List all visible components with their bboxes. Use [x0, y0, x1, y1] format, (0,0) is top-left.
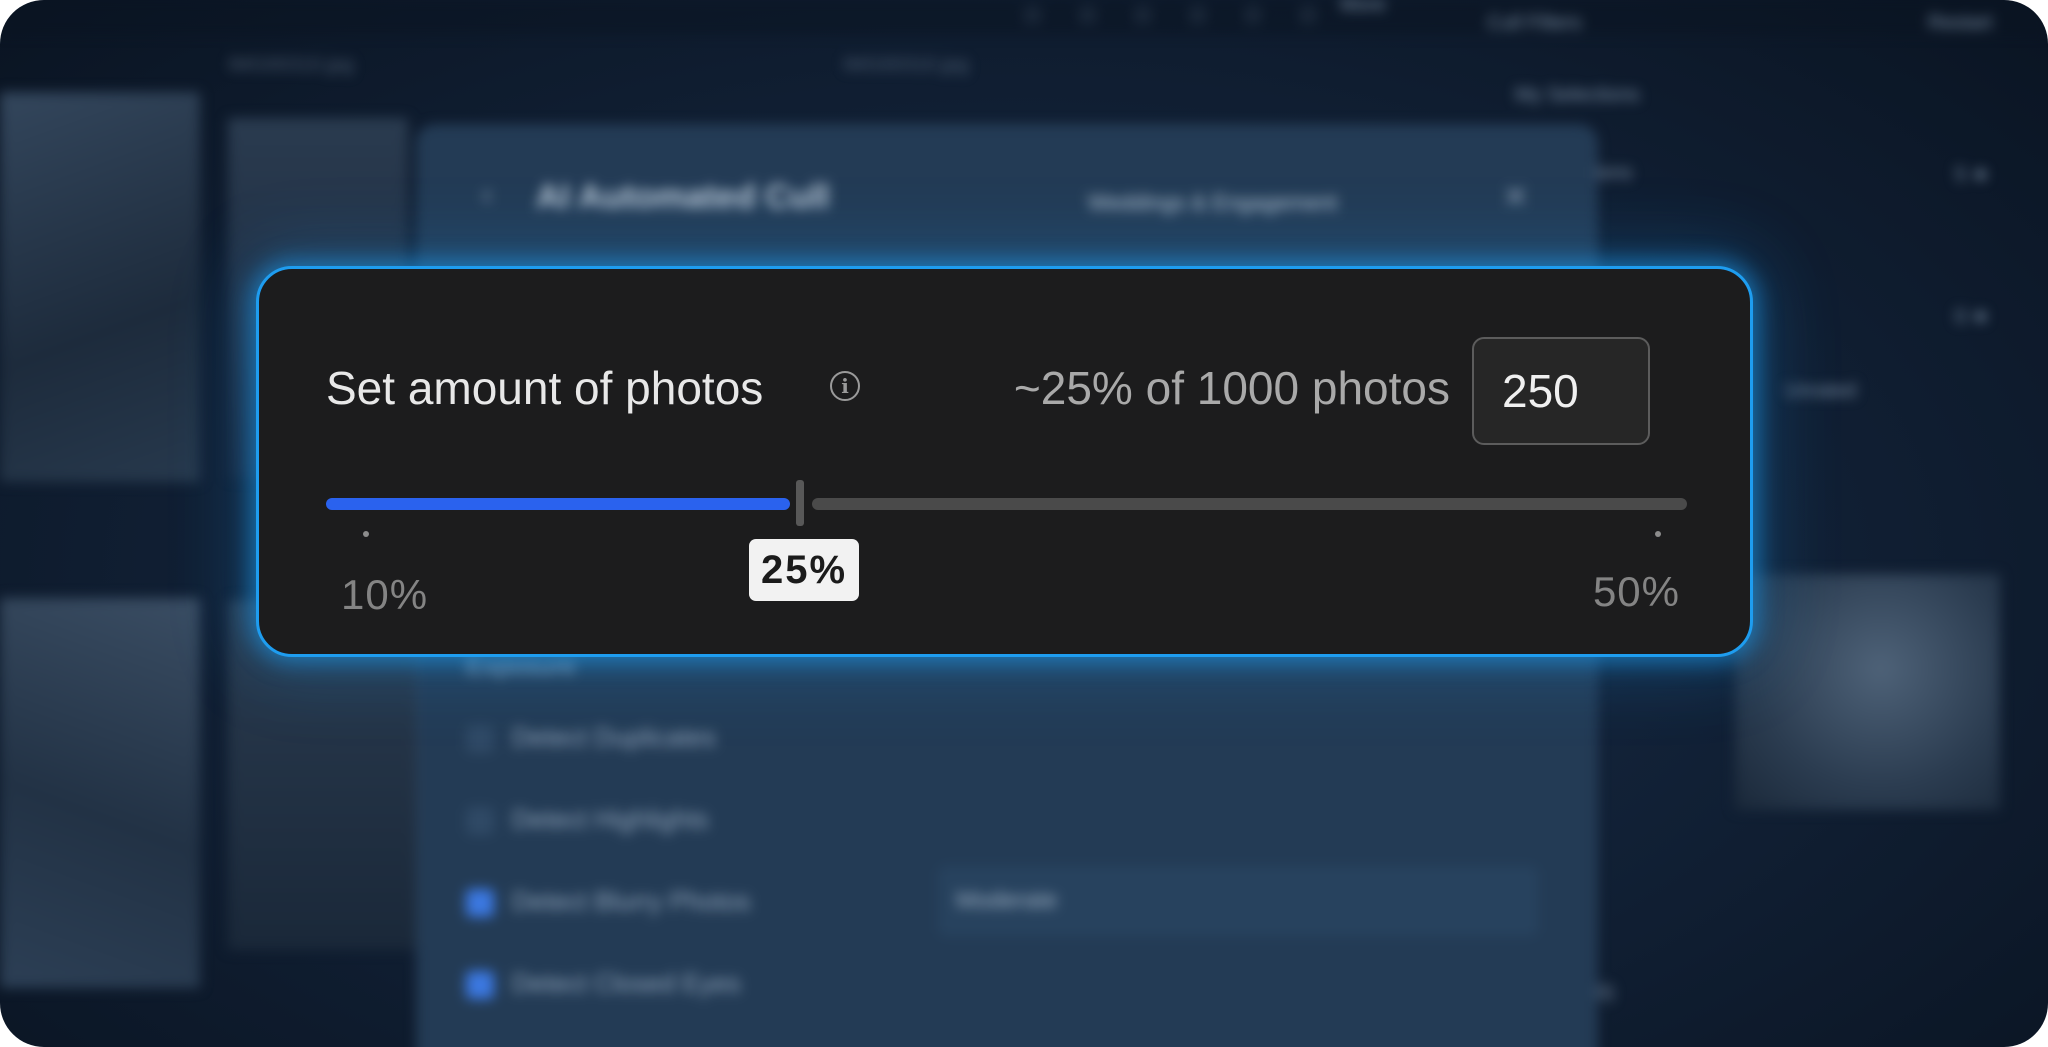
- slider-max-label: 50%: [1592, 568, 1680, 615]
- rating-count: 5 ★: [1955, 164, 1990, 186]
- option-label: Detect Highlights: [512, 804, 709, 834]
- rating-count: 0 ★: [1955, 306, 1990, 328]
- option-label: Detect Duplicates: [512, 722, 716, 752]
- rating-stars: ☆☆☆☆☆☆: [1020, 0, 1351, 30]
- more-label: More: [1340, 0, 1386, 16]
- slider-tick-min: [363, 531, 369, 537]
- filename-label: IMG00310.jpg: [843, 54, 969, 76]
- top-toolbar: ☆☆☆☆☆☆ More: [0, 0, 2048, 34]
- option-label: Detect Blurry Photos: [512, 886, 751, 916]
- info-icon[interactable]: i: [830, 371, 860, 401]
- option-row: Detect Highlights: [466, 804, 709, 836]
- checkbox: [466, 725, 494, 754]
- app-frame: ☆☆☆☆☆☆ More IMG00310.jpg IMG00310.jpg Cu…: [0, 0, 2048, 1047]
- modal-title: AI Automated Cull: [536, 178, 830, 216]
- unrated-label: Unrated: [1785, 380, 1857, 402]
- slider-tick-max: [1655, 531, 1661, 537]
- option-label: Detect Closed Eyes: [512, 968, 741, 998]
- cull-filters-label: Cull Filters: [1487, 12, 1582, 34]
- my-selections-label: My Selections: [1515, 84, 1640, 106]
- option-row: Detect Duplicates: [466, 722, 716, 754]
- preset-dropdown: Weddings & Engagement: [1088, 190, 1338, 215]
- photo-count-input[interactable]: 250: [1472, 337, 1650, 445]
- slider-track-filled[interactable]: [326, 498, 790, 510]
- blur-level-select: Moderate: [938, 866, 1538, 936]
- back-icon: ‹: [482, 178, 492, 211]
- restart-link: Restart: [1928, 12, 1993, 34]
- close-icon: ✕: [1503, 181, 1529, 214]
- checkbox: [466, 807, 494, 836]
- slider-thumb[interactable]: [796, 480, 804, 526]
- checkbox: [466, 889, 494, 918]
- photo-summary: ~25% of 1000 photos: [1013, 362, 1450, 414]
- amount-label: Set amount of photos: [326, 362, 764, 414]
- slider-min-label: 10%: [341, 571, 429, 618]
- thumbnail-photo: [0, 92, 200, 482]
- filename-label: IMG00310.jpg: [228, 54, 354, 76]
- photo-amount-card: Set amount of photos i ~25% of 1000 phot…: [256, 266, 1753, 657]
- option-row: Detect Blurry Photos: [466, 886, 751, 918]
- slider-value-tooltip: 25%: [749, 539, 859, 601]
- thumbnail-photo: [0, 598, 200, 988]
- slider-track-empty[interactable]: [812, 498, 1687, 510]
- checkbox: [466, 971, 494, 1000]
- preview-photo: [1735, 574, 2000, 810]
- option-row: Detect Closed Eyes: [466, 968, 741, 1000]
